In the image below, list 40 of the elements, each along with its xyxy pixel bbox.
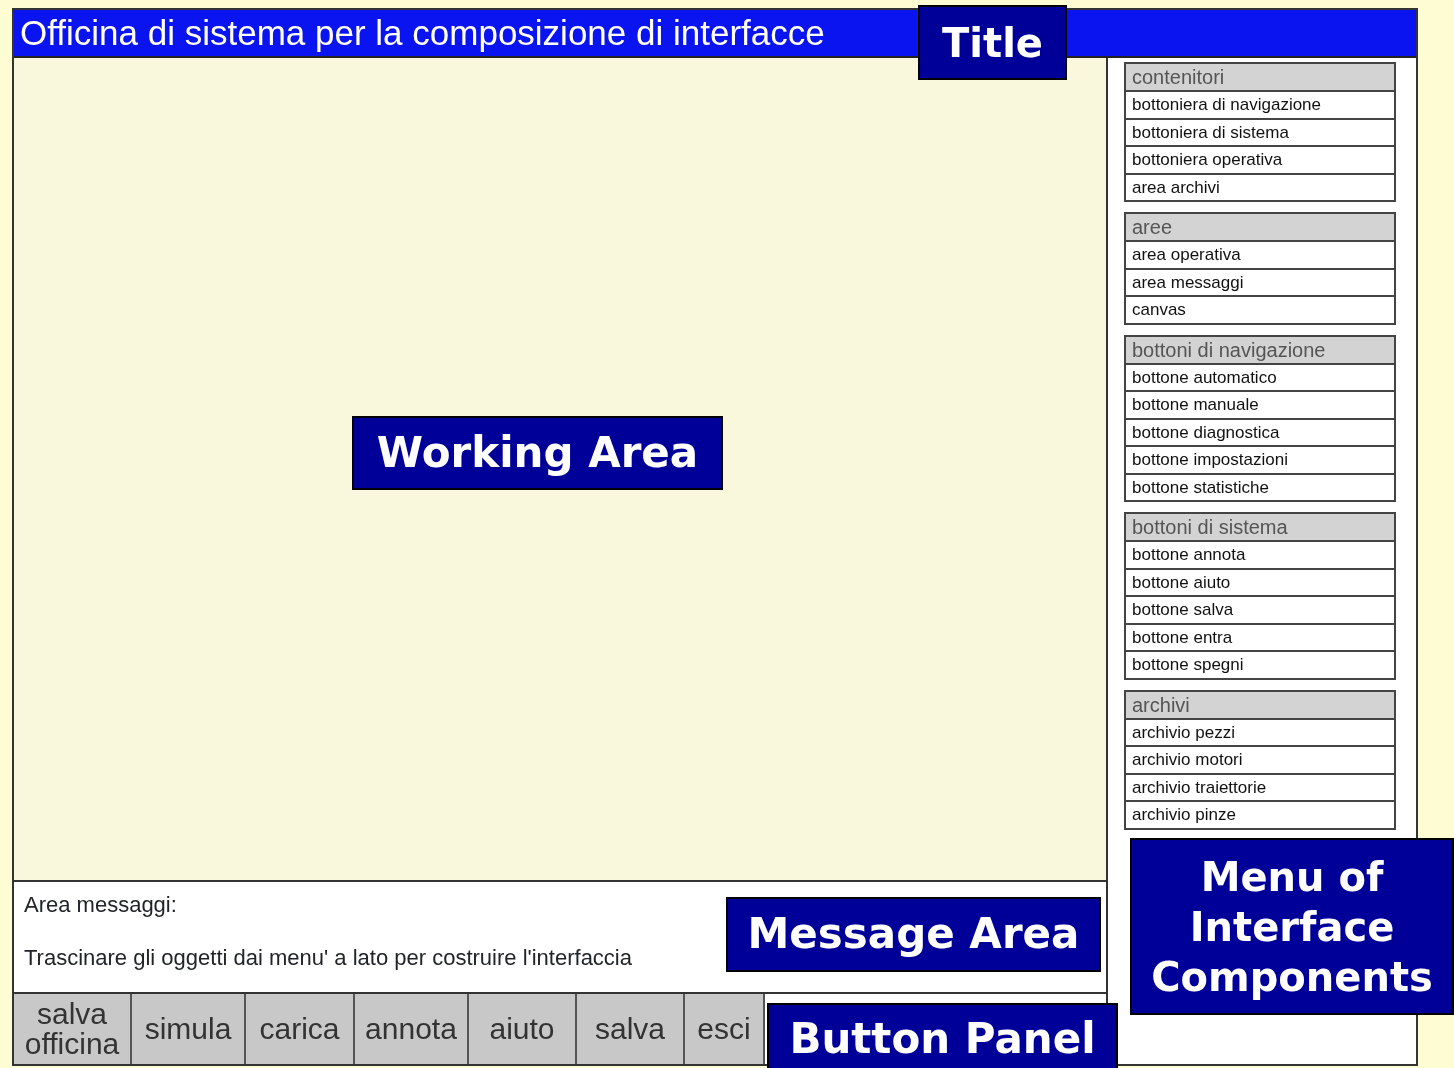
menu-item[interactable]: bottone spegni (1126, 652, 1394, 678)
callout-label: Title (918, 5, 1067, 80)
panel-button[interactable]: simula (132, 994, 246, 1064)
message-label: Area messaggi: (24, 891, 177, 919)
menu-item[interactable]: area archivi (1126, 174, 1394, 200)
menu-item[interactable]: bottone impostazioni (1126, 447, 1394, 475)
panel-button[interactable]: aiuto (469, 994, 577, 1064)
menu-item[interactable]: bottone statistiche (1126, 474, 1394, 500)
panel-button[interactable]: esci (685, 994, 765, 1064)
panel-button[interactable]: salva (577, 994, 685, 1064)
menu-item[interactable]: bottoniera operativa (1126, 147, 1394, 175)
menu-item[interactable]: area messaggi (1126, 269, 1394, 297)
callout-label: Message Area (726, 897, 1101, 972)
panel-button[interactable]: salva officina (14, 994, 132, 1064)
menu-item[interactable]: bottone salva (1126, 597, 1394, 625)
menu-item[interactable]: area operativa (1126, 242, 1394, 270)
menu-item[interactable]: archivio motori (1126, 747, 1394, 775)
menu-item[interactable]: archivio traiettorie (1126, 774, 1394, 802)
message-text: Trascinare gli oggetti dai menu' a lato per costruire l'interfaccia (24, 944, 632, 972)
menu-item[interactable]: archivio pinze (1126, 802, 1394, 828)
menu-group-header: archivi (1126, 691, 1394, 720)
callout-label: Button Panel (767, 1003, 1118, 1068)
menu-item[interactable]: bottone aiuto (1126, 569, 1394, 597)
menu-item[interactable]: bottoniera di navigazione (1126, 92, 1394, 120)
menu-item[interactable]: bottone entra (1126, 624, 1394, 652)
menu-item[interactable]: bottone manuale (1126, 392, 1394, 420)
menu-group-header: aree (1126, 214, 1394, 242)
menu-item[interactable]: canvas (1126, 297, 1394, 323)
panel-button[interactable]: carica (246, 994, 355, 1064)
menu-item[interactable]: bottoniera di sistema (1126, 119, 1394, 147)
menu-group-header: contenitori (1126, 64, 1394, 92)
menu-item[interactable]: archivio pezzi (1126, 719, 1394, 747)
menu-item[interactable]: bottone annota (1126, 542, 1394, 570)
callout-label: Menu of Interface Components (1130, 838, 1454, 1015)
menu-group-header: bottoni di navigazione (1126, 336, 1394, 365)
panel-button[interactable]: annota (355, 994, 469, 1064)
menu-group-header: bottoni di sistema (1126, 514, 1394, 542)
callout-label: Working Area (352, 416, 723, 490)
menu-item[interactable]: bottone diagnostica (1126, 419, 1394, 447)
menu-item[interactable]: bottone automatico (1126, 364, 1394, 392)
